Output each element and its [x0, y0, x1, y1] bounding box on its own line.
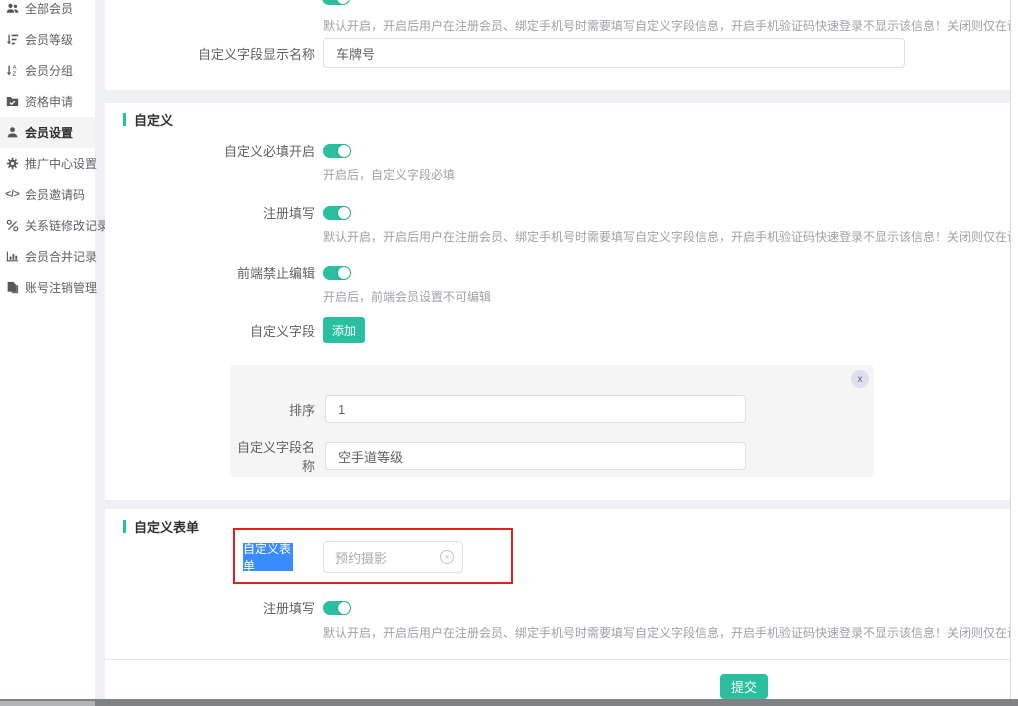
required-toggle-label: 自定义必填开启	[105, 141, 315, 160]
form-footer: 提交	[105, 659, 1010, 699]
members-icon	[6, 2, 19, 15]
sidebar-item-promotion-settings[interactable]: 推广中心设置	[0, 148, 95, 179]
section-accent-bar	[123, 520, 126, 533]
field-name-label: 自定义字段名称	[230, 437, 315, 475]
display-name-label: 自定义字段显示名称	[105, 44, 315, 63]
section-title: 自定义	[134, 110, 173, 129]
sidebar-item-account-cancel[interactable]: 账号注销管理	[0, 272, 95, 303]
helper-text: 开启后，自定义字段必填	[323, 166, 455, 183]
helper-text: 默认开启，开启后用户在注册会员、绑定手机号时需要填写自定义字段信息，开启手机验证…	[323, 228, 1018, 245]
merge-chart-icon	[6, 250, 19, 263]
sidebar-item-invite-code[interactable]: </> 会员邀请码	[0, 179, 95, 210]
clear-icon[interactable]: ×	[440, 550, 454, 564]
custom-form-input-wrap[interactable]: ×	[323, 541, 463, 573]
window-bottom-edge-left	[0, 701, 95, 706]
sidebar-item-member-settings[interactable]: 会员设置	[0, 117, 95, 148]
sidebar-item-label: 关系链修改记录	[25, 217, 109, 234]
helper-text: 默认开启，开启后用户在注册会员、绑定手机号时需要填写自定义字段信息，开启手机验证…	[323, 624, 1018, 641]
register-fill-toggle-switch[interactable]	[323, 601, 351, 615]
custom-field-panel: x 排序 自定义字段名称	[230, 365, 874, 477]
sidebar-item-member-group[interactable]: AZ 会员分组	[0, 55, 95, 86]
level-sort-icon	[6, 33, 19, 46]
custom-form-selected-label: 自定义表单	[243, 543, 293, 571]
qualification-folder-icon	[6, 95, 19, 108]
display-name-input[interactable]	[323, 38, 905, 68]
group-sort-icon: AZ	[6, 64, 19, 77]
sidebar-item-label: 会员合并记录	[25, 248, 97, 265]
card-gap	[105, 500, 1010, 509]
register-fill-toggle-switch[interactable]	[323, 206, 351, 220]
sidebar-item-merge-log[interactable]: 会员合并记录	[0, 241, 95, 272]
register-fill-label: 注册填写	[105, 598, 315, 617]
sort-input[interactable]	[325, 395, 746, 423]
sidebar-item-label: 资格申请	[25, 93, 73, 110]
custom-form-card: 自定义表单 自定义表单 × 注册填写 默认开启，开启后用户在注册会员、绑定手机号…	[105, 509, 1010, 699]
sidebar-item-label: 全部会员	[25, 0, 73, 17]
sidebar-item-label: 会员邀请码	[25, 186, 85, 203]
frontend-lock-toggle-switch[interactable]	[323, 266, 351, 280]
toggle-switch-partial[interactable]	[322, 0, 350, 5]
sidebar-item-label: 会员等级	[25, 31, 73, 48]
window-bottom-edge	[0, 699, 1018, 706]
close-icon[interactable]: x	[851, 370, 869, 388]
sidebar-item-all-members[interactable]: 全部会员	[0, 0, 95, 24]
helper-text: 默认开启，开启后用户在注册会员、绑定手机号时需要填写自定义字段信息，开启手机验证…	[323, 17, 1010, 34]
required-toggle-switch[interactable]	[323, 144, 351, 158]
custom-section-card: 自定义 自定义必填开启 开启后，自定义字段必填 注册填写 默认开启，开启后用户在…	[105, 103, 1010, 500]
sidebar-item-label: 账号注销管理	[25, 279, 97, 296]
helper-text: 开启后，前端会员设置不可编辑	[323, 288, 491, 305]
card-gap	[105, 90, 1010, 103]
invite-code-icon: </>	[6, 188, 19, 201]
section-accent-bar	[123, 113, 126, 126]
sidebar-menu: 全部会员 会员等级 AZ 会员分组 资格申请	[0, 0, 95, 303]
section-title: 自定义表单	[134, 517, 199, 536]
app-window: 全部会员 会员等级 AZ 会员分组 资格申请	[0, 0, 1018, 706]
member-settings-icon	[6, 126, 19, 139]
sort-label: 排序	[230, 400, 315, 419]
frontend-lock-label: 前端禁止编辑	[105, 263, 315, 282]
sidebar-item-label: 会员设置	[25, 124, 73, 141]
svg-text:Z: Z	[13, 71, 17, 77]
account-cancel-icon	[6, 281, 19, 294]
sidebar-item-label: 推广中心设置	[25, 155, 97, 172]
add-field-button[interactable]: 添加	[323, 317, 365, 343]
scrollbar-track[interactable]	[1010, 0, 1018, 699]
sidebar-item-qualification[interactable]: 资格申请	[0, 86, 95, 117]
field-name-input[interactable]	[325, 442, 746, 470]
sidebar-item-member-level[interactable]: 会员等级	[0, 24, 95, 55]
sidebar-item-relation-log[interactable]: 关系链修改记录	[0, 210, 95, 241]
custom-field-label: 自定义字段	[105, 321, 315, 340]
register-fill-label: 注册填写	[105, 203, 315, 222]
custom-form-input[interactable]	[335, 550, 440, 565]
sidebar: 全部会员 会员等级 AZ 会员分组 资格申请	[0, 0, 95, 699]
relation-chain-icon	[6, 219, 19, 232]
submit-button[interactable]: 提交	[720, 674, 768, 699]
main-content: 默认开启，开启后用户在注册会员、绑定手机号时需要填写自定义字段信息，开启手机验证…	[105, 0, 1010, 699]
promotion-gear-icon	[6, 157, 19, 170]
sidebar-item-label: 会员分组	[25, 62, 73, 79]
display-name-card: 默认开启，开启后用户在注册会员、绑定手机号时需要填写自定义字段信息，开启手机验证…	[105, 0, 1010, 90]
